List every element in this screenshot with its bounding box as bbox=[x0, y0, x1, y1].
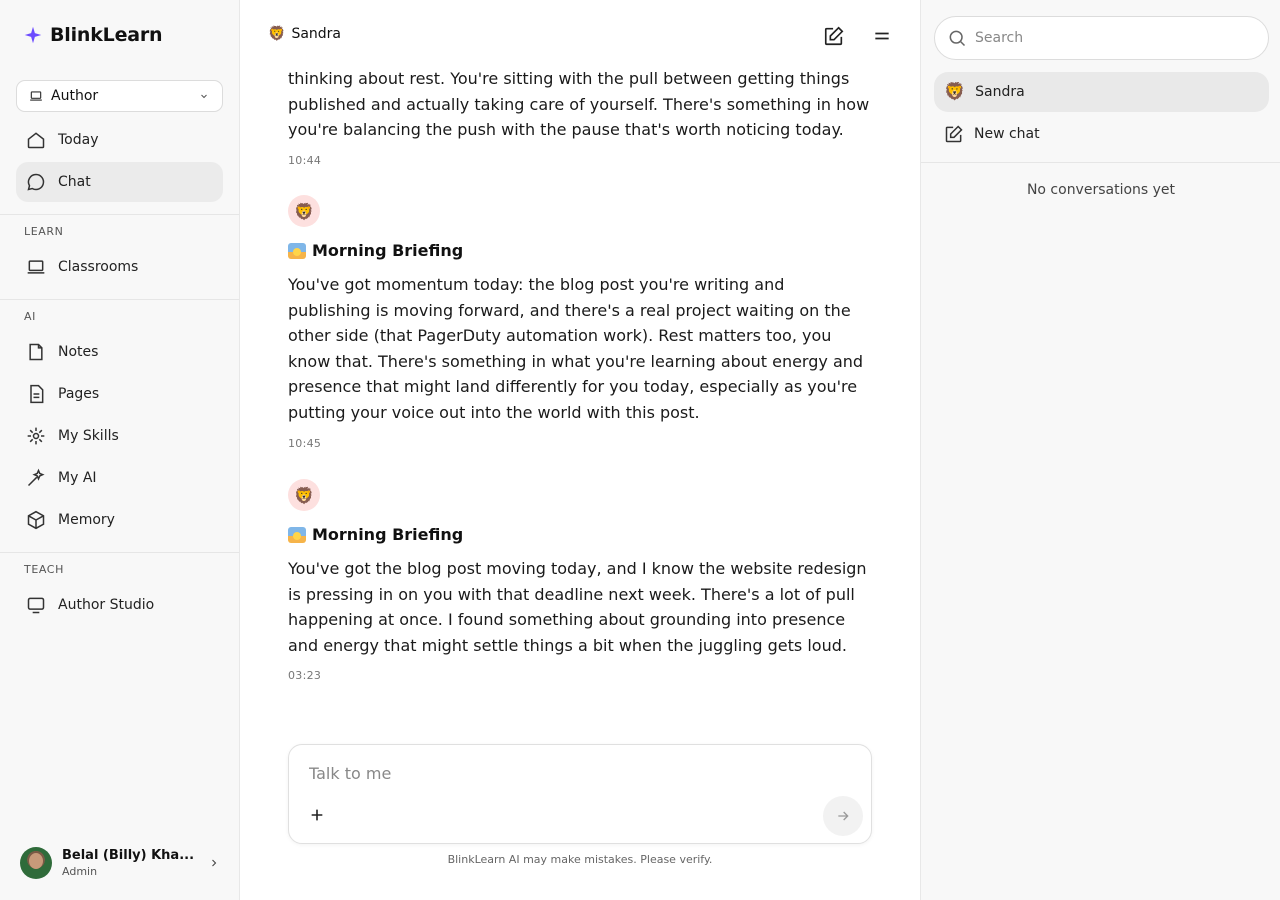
user-info: Belal (Billy) Kha... Admin bbox=[62, 848, 198, 878]
edit-icon bbox=[945, 125, 963, 143]
message-input[interactable] bbox=[309, 761, 849, 785]
sidebar-item-label: Pages bbox=[58, 386, 100, 402]
sidebar-item-label: Today bbox=[58, 132, 99, 148]
chat-title[interactable]: 🦁 Sandra bbox=[268, 26, 341, 42]
message-time: 03:23 bbox=[288, 669, 322, 683]
message-2: 🦁 Morning Briefing You've got momentum t… bbox=[288, 195, 872, 450]
brand[interactable]: BlinkLearn bbox=[24, 24, 163, 46]
search-input[interactable] bbox=[975, 30, 1256, 46]
cube-icon bbox=[27, 510, 45, 530]
chat-main: thinking about rest. You're sitting with… bbox=[240, 0, 920, 900]
sidebar-item-notes[interactable]: Notes bbox=[16, 332, 223, 372]
section-label-learn: LEARN bbox=[24, 225, 64, 238]
sidebar-item-label: Author Studio bbox=[58, 597, 155, 613]
message-text: You've got the blog post moving today, a… bbox=[288, 559, 867, 655]
edit-icon bbox=[824, 26, 844, 46]
new-chat-item[interactable]: New chat bbox=[934, 114, 1269, 154]
magic-wand-icon bbox=[27, 468, 45, 487]
attach-button[interactable] bbox=[307, 805, 327, 825]
laptop-icon bbox=[30, 91, 42, 101]
note-icon bbox=[29, 343, 43, 361]
brand-name: BlinkLearn bbox=[50, 24, 163, 46]
sidebar-item-label: Notes bbox=[58, 344, 99, 360]
chat-bubble-icon bbox=[27, 173, 45, 191]
user-card[interactable]: Belal (Billy) Kha... Admin bbox=[20, 846, 220, 880]
chat-header: 🦁 Sandra bbox=[240, 0, 920, 72]
conversation-item-sandra[interactable]: 🦁 Sandra bbox=[934, 72, 1269, 112]
role-select-value: Author bbox=[51, 88, 99, 104]
composer bbox=[288, 744, 872, 844]
lion-icon: 🦁 bbox=[268, 26, 286, 42]
sidebar-item-label: Memory bbox=[58, 512, 115, 528]
avatar bbox=[20, 847, 52, 879]
arrow-right-icon bbox=[838, 811, 849, 821]
section-label-teach: TEACH bbox=[24, 563, 64, 576]
lion-icon: 🦁 bbox=[944, 82, 966, 102]
section-label-ai: AI bbox=[24, 310, 36, 323]
menu-icon bbox=[875, 32, 889, 40]
menu-button[interactable] bbox=[870, 24, 894, 48]
sidebar-item-today[interactable]: Today bbox=[16, 120, 223, 160]
chevron-right-icon bbox=[212, 859, 217, 867]
message-3: 🦁 Morning Briefing You've got the blog p… bbox=[288, 479, 872, 682]
message-time: 10:45 bbox=[288, 436, 322, 450]
chevron-down-icon bbox=[201, 94, 207, 99]
document-icon bbox=[30, 384, 44, 404]
sidebar-item-chat[interactable]: Chat bbox=[16, 162, 223, 202]
home-icon bbox=[27, 132, 45, 149]
sunrise-icon bbox=[288, 526, 306, 543]
sidebar-item-label: My Skills bbox=[58, 428, 119, 444]
sidebar-item-label: Chat bbox=[58, 174, 91, 190]
left-sidebar: BlinkLearn Author Today Chat LEARN Class… bbox=[0, 0, 240, 900]
divider bbox=[0, 552, 239, 553]
divider bbox=[0, 299, 239, 300]
new-chat-label: New chat bbox=[974, 126, 1040, 142]
sidebar-item-label: Classrooms bbox=[58, 259, 139, 275]
sunrise-icon bbox=[288, 242, 306, 259]
message-heading: Morning Briefing bbox=[288, 525, 872, 544]
message-heading-text: Morning Briefing bbox=[312, 241, 464, 260]
search-box bbox=[934, 16, 1269, 60]
laptop-icon bbox=[27, 260, 45, 274]
message-1: thinking about rest. You're sitting with… bbox=[288, 66, 872, 167]
lion-avatar-icon: 🦁 bbox=[288, 479, 320, 511]
user-role: Admin bbox=[62, 865, 98, 878]
sidebar-item-my-skills[interactable]: My Skills bbox=[16, 416, 223, 456]
role-select[interactable]: Author bbox=[16, 80, 223, 112]
message-time: 10:44 bbox=[288, 153, 322, 167]
sparkle-icon bbox=[24, 26, 42, 44]
sidebar-item-label: My AI bbox=[58, 470, 97, 486]
sparkle-burst-icon bbox=[27, 427, 45, 445]
message-text: You've got momentum today: the blog post… bbox=[288, 275, 864, 422]
user-name: Belal (Billy) Kha... bbox=[62, 848, 195, 863]
message-heading-text: Morning Briefing bbox=[312, 525, 464, 544]
sidebar-item-classrooms[interactable]: Classrooms bbox=[16, 247, 223, 287]
sidebar-item-pages[interactable]: Pages bbox=[16, 374, 223, 414]
send-button[interactable] bbox=[823, 796, 863, 836]
chat-title-text: Sandra bbox=[291, 26, 341, 42]
search-icon bbox=[949, 30, 966, 47]
conversation-label: Sandra bbox=[975, 84, 1025, 100]
conversations-panel: 🦁 Sandra New chat No conversations yet bbox=[920, 0, 1280, 900]
plus-icon bbox=[311, 809, 323, 821]
sidebar-item-my-ai[interactable]: My AI bbox=[16, 458, 223, 498]
sidebar-item-memory[interactable]: Memory bbox=[16, 500, 223, 540]
sidebar-item-author-studio[interactable]: Author Studio bbox=[16, 585, 223, 625]
new-chat-button[interactable] bbox=[822, 24, 846, 48]
monitor-icon bbox=[27, 597, 45, 614]
empty-state: No conversations yet bbox=[1026, 182, 1176, 198]
lion-avatar-icon: 🦁 bbox=[288, 195, 320, 227]
disclaimer: BlinkLearn AI may make mistakes. Please … bbox=[447, 853, 713, 866]
divider bbox=[921, 162, 1280, 163]
divider bbox=[0, 214, 239, 215]
message-heading: Morning Briefing bbox=[288, 241, 872, 260]
message-text: thinking about rest. You're sitting with… bbox=[288, 69, 870, 140]
